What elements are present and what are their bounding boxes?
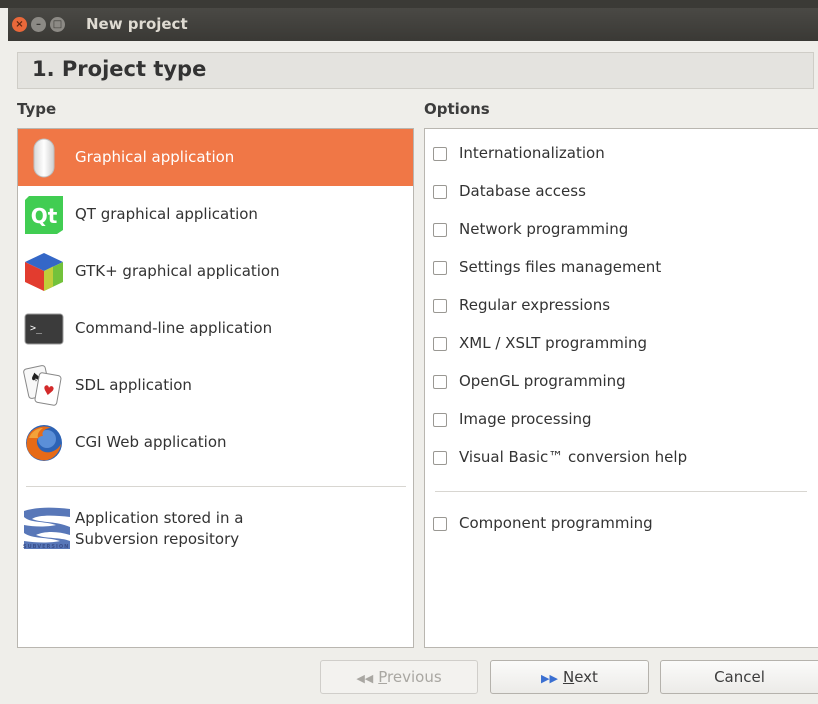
- background-strip: [0, 0, 818, 8]
- type-item-label: GTK+ graphical application: [75, 262, 280, 280]
- type-item-graphical[interactable]: Graphical application: [18, 129, 413, 186]
- step-title: 1. Project type: [32, 57, 207, 81]
- checkbox[interactable]: [433, 337, 447, 351]
- next-mnemonic: N: [562, 668, 575, 686]
- checkbox[interactable]: [433, 413, 447, 427]
- cancel-button[interactable]: Cancel: [660, 660, 818, 694]
- previous-mnemonic: P: [378, 668, 388, 686]
- option-label: Network programming: [459, 220, 629, 238]
- options-panel: Internationalization Database access Net…: [424, 128, 818, 648]
- checkbox[interactable]: [433, 147, 447, 161]
- playing-cards-icon: ♠ ♥: [23, 365, 65, 407]
- svn-label-line-1: Application stored in a: [75, 509, 244, 527]
- window-title: New project: [86, 15, 188, 33]
- fast-forward-icon: ▶▶: [541, 672, 558, 685]
- option-label: Regular expressions: [459, 296, 611, 314]
- checkbox[interactable]: [433, 299, 447, 313]
- previous-button[interactable]: ◀◀ Previous: [320, 660, 478, 694]
- option-label: Visual Basic™ conversion help: [459, 448, 688, 466]
- type-item-label: Graphical application: [75, 148, 235, 166]
- type-item-label: Command-line application: [75, 319, 273, 337]
- checkbox[interactable]: [433, 451, 447, 465]
- window-titlebar[interactable]: × – □ New project: [8, 8, 818, 41]
- type-item-label: SDL application: [75, 376, 192, 394]
- type-item-label: CGI Web application: [75, 433, 227, 451]
- options-separator: [435, 491, 807, 492]
- option-label: Component programming: [459, 514, 653, 532]
- option-label: XML / XSLT programming: [459, 334, 648, 352]
- checkbox[interactable]: [433, 223, 447, 237]
- type-list-separator: [26, 486, 406, 487]
- checkbox[interactable]: [433, 375, 447, 389]
- minimize-window-button[interactable]: –: [31, 17, 46, 32]
- option-label: Image processing: [459, 410, 592, 428]
- close-window-button[interactable]: ×: [12, 17, 27, 32]
- subversion-logo-icon: SUBVERSION: [22, 505, 72, 553]
- type-item-cgi-web[interactable]: CGI Web application: [18, 414, 413, 471]
- svg-text:>_: >_: [30, 323, 43, 334]
- type-column-label: Type: [17, 100, 57, 118]
- qt-logo-icon: Qt: [23, 194, 65, 236]
- checkbox[interactable]: [433, 185, 447, 199]
- svg-text:Qt: Qt: [31, 204, 58, 228]
- checkbox[interactable]: [433, 261, 447, 275]
- type-item-label: QT graphical application: [75, 205, 258, 223]
- option-label: Database access: [459, 182, 586, 200]
- next-button[interactable]: ▶▶ Next: [490, 660, 649, 694]
- cancel-label: Cancel: [714, 668, 765, 686]
- subversion-logo-text: SUBVERSION: [23, 544, 70, 550]
- type-item-subversion[interactable]: SUBVERSION Application stored in a Subve…: [18, 501, 413, 561]
- options-column-label: Options: [424, 100, 490, 118]
- previous-label: revious: [387, 668, 442, 686]
- step-header: 1. Project type: [17, 52, 814, 89]
- maximize-window-button[interactable]: □: [50, 17, 65, 32]
- gtk-cube-icon: [23, 251, 65, 293]
- terminal-icon: >_: [23, 308, 65, 350]
- rewind-icon: ◀◀: [356, 672, 374, 685]
- checkbox[interactable]: [433, 517, 447, 531]
- svn-label-line-2: Subversion repository: [75, 530, 240, 548]
- type-item-gtk[interactable]: GTK+ graphical application: [18, 243, 413, 300]
- option-label: Internationalization: [459, 144, 605, 162]
- type-item-qt[interactable]: Qt QT graphical application: [18, 186, 413, 243]
- type-item-command-line[interactable]: >_ Command-line application: [18, 300, 413, 357]
- next-label: ext: [574, 668, 598, 686]
- project-type-list[interactable]: Graphical application Qt QT graphical ap…: [17, 128, 414, 648]
- firefox-icon: [23, 422, 65, 464]
- option-label: OpenGL programming: [459, 372, 626, 390]
- type-item-sdl[interactable]: ♠ ♥ SDL application: [18, 357, 413, 414]
- option-label: Settings files management: [459, 258, 662, 276]
- mouse-icon: [23, 137, 65, 179]
